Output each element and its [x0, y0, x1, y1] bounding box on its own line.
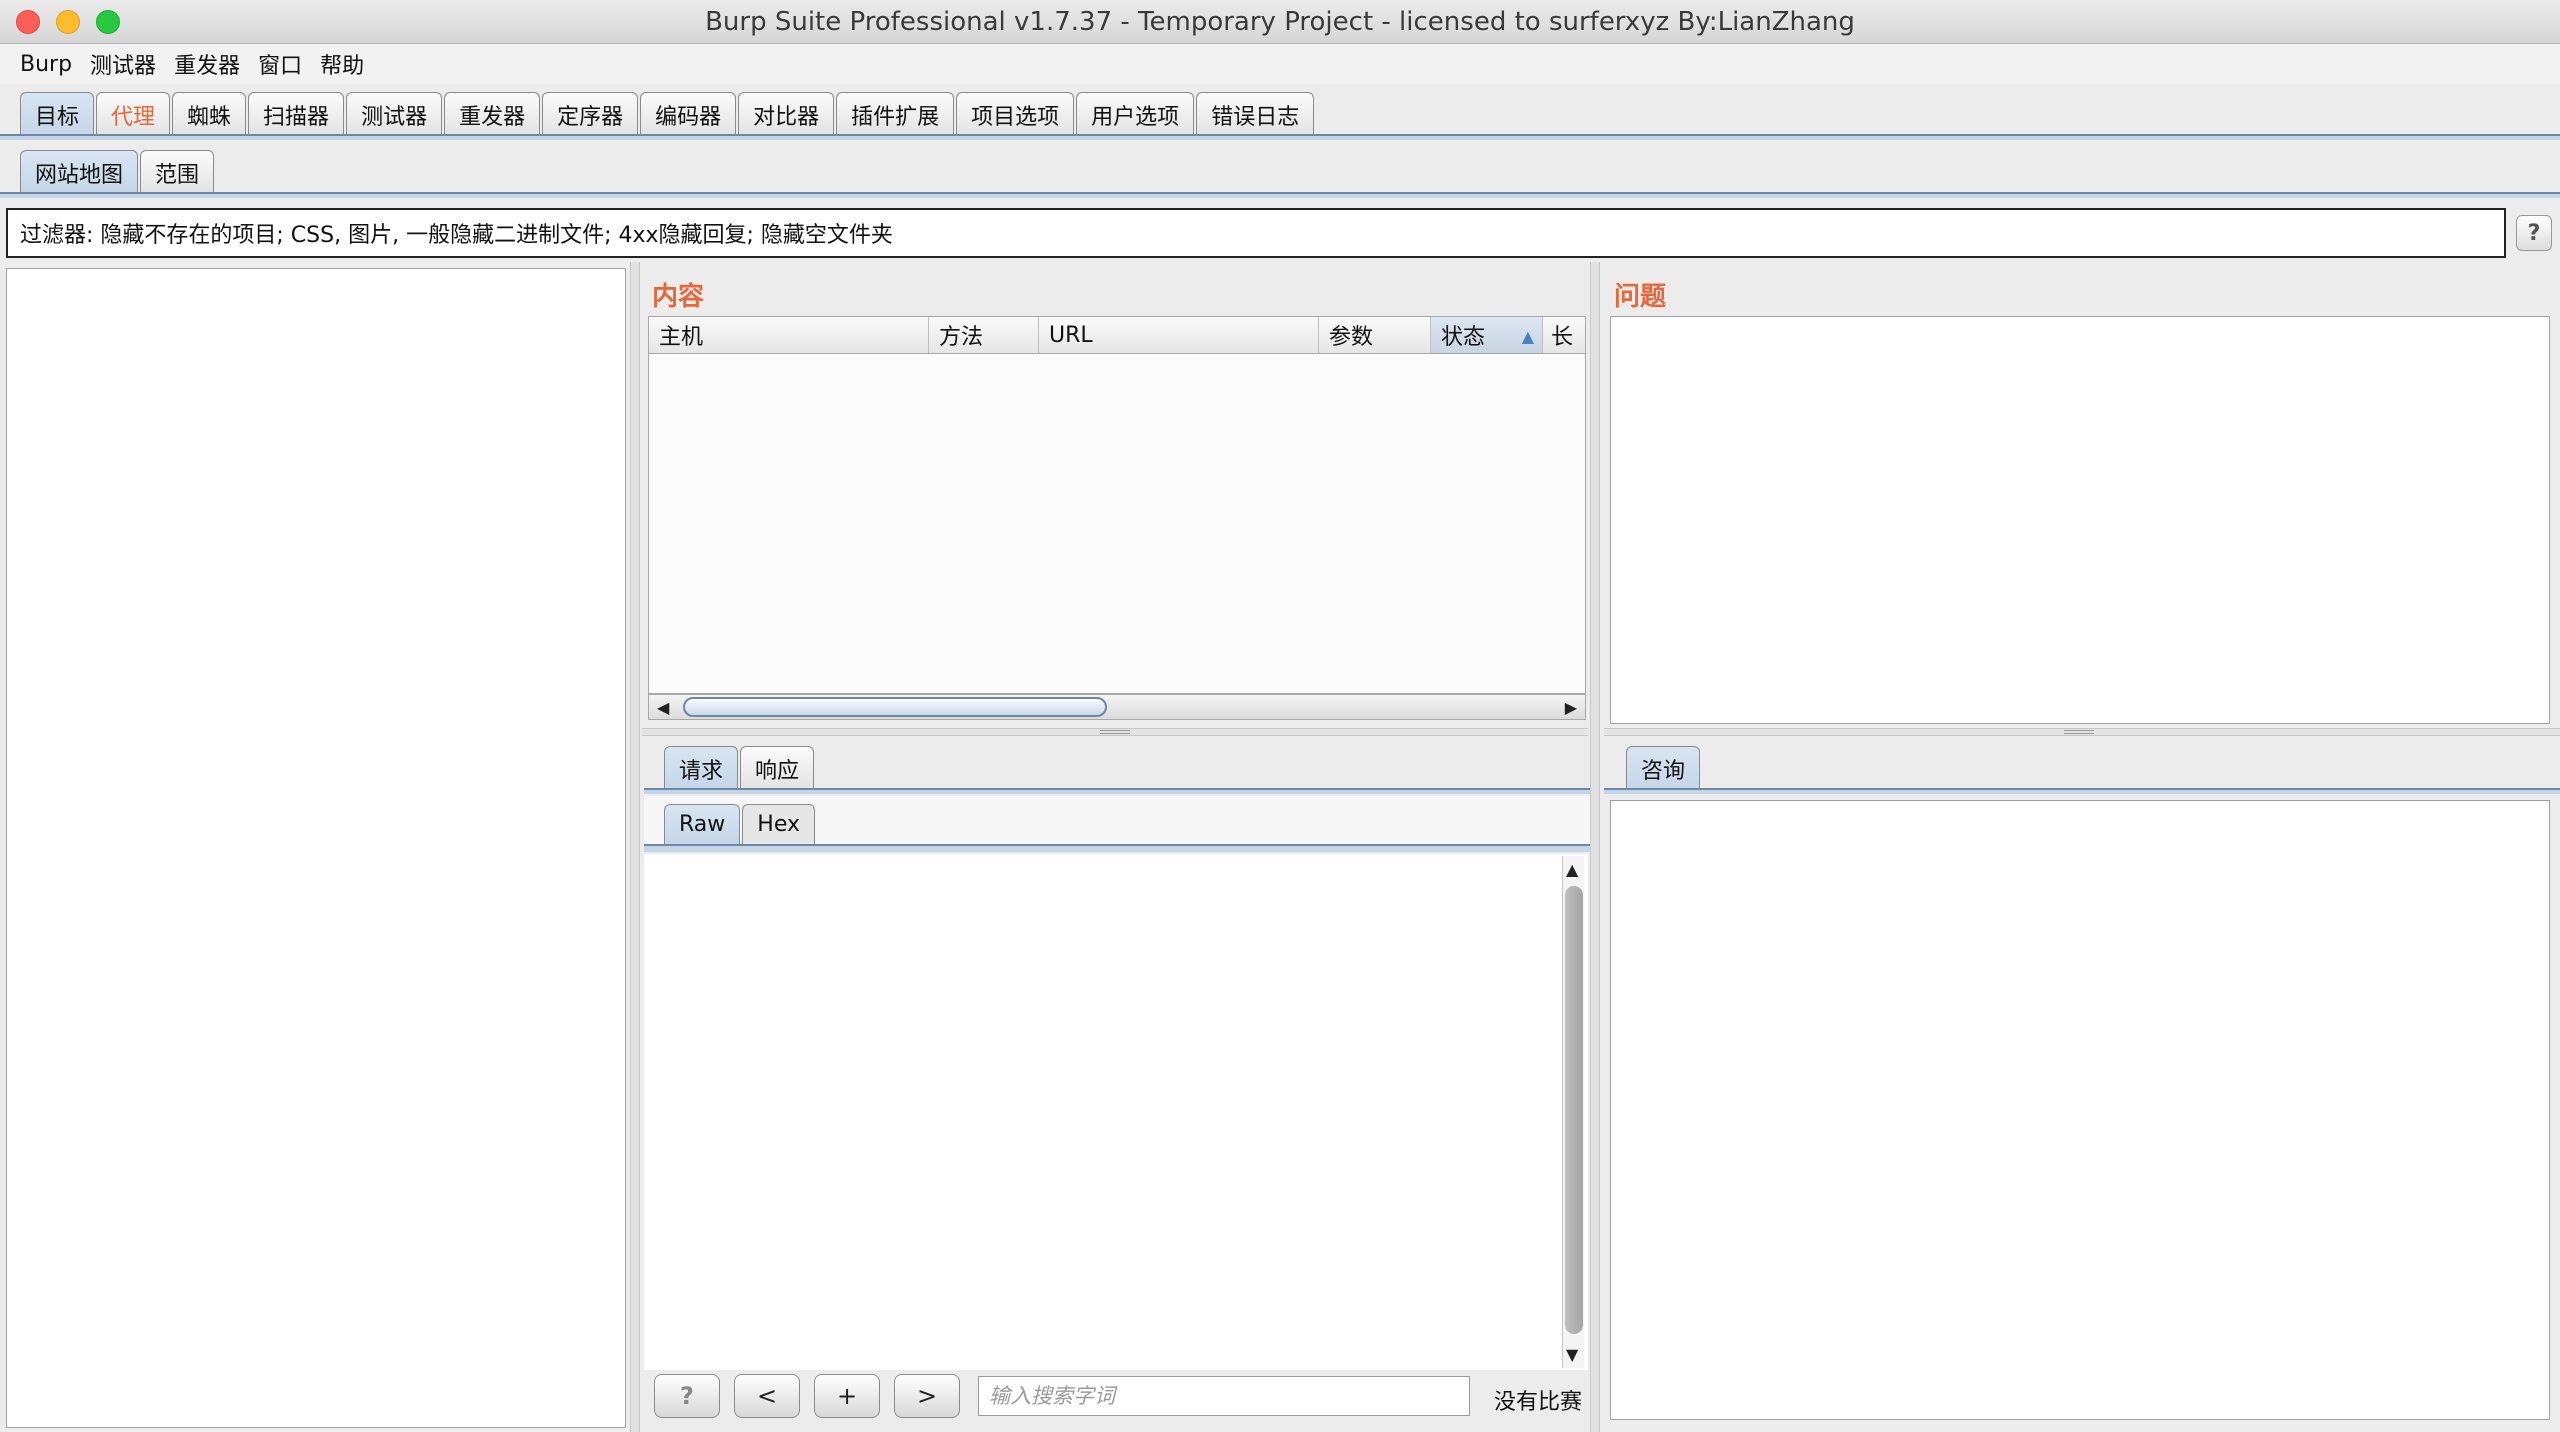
scroll-left-icon[interactable]: ◀ [657, 698, 669, 717]
tab-decoder[interactable]: 编码器 [640, 92, 737, 136]
previous-match-button[interactable]: < [734, 1374, 800, 1418]
advisory-tab-underline [1604, 788, 2560, 794]
contents-label: 内容 [652, 282, 705, 312]
tab-hex[interactable]: Hex [742, 804, 815, 844]
search-help-button[interactable]: ? [654, 1374, 720, 1418]
horizontal-scroll-thumb[interactable] [683, 697, 1107, 717]
advisory-panel[interactable] [1610, 800, 2550, 1420]
message-tab-underline [644, 788, 1590, 794]
editor-vertical-scrollbar[interactable]: ▲ ▼ [1562, 856, 1584, 1368]
splitter-grip-icon-right [2064, 730, 2094, 734]
column-length[interactable]: 长 [1543, 317, 1585, 353]
menu-bar: Burp 测试器 重发器 窗口 帮助 [0, 44, 2560, 84]
column-params[interactable]: 参数 [1319, 317, 1431, 353]
sub-tab-bar: 网站地图 范围 [20, 150, 216, 194]
message-editor[interactable] [644, 854, 1588, 1370]
right-horizontal-splitter[interactable] [1604, 728, 2560, 736]
tab-advisory[interactable]: 咨询 [1626, 746, 1701, 790]
issues-label: 问题 [1614, 282, 1667, 312]
search-input[interactable] [978, 1376, 1470, 1416]
contents-horizontal-scrollbar[interactable]: ◀ ▶ [648, 694, 1586, 720]
tab-repeater[interactable]: 重发器 [444, 92, 541, 136]
contents-table-body[interactable] [648, 354, 1586, 694]
tab-intruder[interactable]: 测试器 [346, 92, 443, 136]
message-tab-bar: 请求 响应 [664, 746, 816, 790]
menu-help[interactable]: 帮助 [320, 48, 364, 80]
filter-bar[interactable]: 过滤器: 隐藏不存在的项目; CSS, 图片, 一般隐藏二进制文件; 4xx隐藏… [6, 208, 2506, 258]
tab-response[interactable]: 响应 [740, 746, 815, 790]
tab-spider[interactable]: 蜘蛛 [172, 92, 247, 136]
menu-burp[interactable]: Burp [20, 52, 72, 77]
issues-panel[interactable] [1610, 316, 2550, 724]
scroll-right-icon[interactable]: ▶ [1565, 698, 1577, 717]
menu-repeater[interactable]: 重发器 [174, 48, 240, 80]
right-vertical-splitter[interactable] [1590, 262, 1600, 1432]
view-tab-underline [644, 844, 1590, 852]
tab-user-options[interactable]: 用户选项 [1076, 92, 1195, 136]
advisory-tab-bar: 咨询 [1626, 746, 1702, 790]
tab-proxy[interactable]: 代理 [96, 92, 171, 136]
match-status: 没有比赛 [1494, 1390, 1583, 1415]
tab-raw[interactable]: Raw [664, 804, 741, 844]
tab-extender[interactable]: 插件扩展 [836, 92, 955, 136]
menu-window[interactable]: 窗口 [258, 48, 302, 80]
contents-table-header: 主机 方法 URL 参数 状态 ▲ 长 [648, 316, 1586, 354]
column-status[interactable]: 状态 ▲ [1431, 317, 1543, 353]
tab-site-map[interactable]: 网站地图 [20, 150, 139, 194]
column-status-label: 状态 [1441, 325, 1486, 350]
title-bar: Burp Suite Professional v1.7.37 - Tempor… [0, 0, 2560, 44]
tab-scope[interactable]: 范围 [140, 150, 215, 194]
column-method[interactable]: 方法 [929, 317, 1039, 353]
add-match-button[interactable]: + [814, 1374, 880, 1418]
tab-error-log[interactable]: 错误日志 [1196, 92, 1315, 136]
tab-comparer[interactable]: 对比器 [738, 92, 835, 136]
scroll-down-icon[interactable]: ▼ [1566, 1345, 1578, 1364]
window-title: Burp Suite Professional v1.7.37 - Tempor… [705, 7, 1855, 37]
filter-help-button[interactable]: ? [2516, 215, 2552, 251]
column-host[interactable]: 主机 [649, 317, 929, 353]
main-tab-underline [0, 134, 2560, 140]
menu-intruder[interactable]: 测试器 [90, 48, 156, 80]
sort-ascending-icon: ▲ [1521, 327, 1534, 346]
tab-target[interactable]: 目标 [20, 92, 95, 136]
left-vertical-splitter[interactable] [630, 262, 640, 1432]
sub-tab-underline [0, 192, 2560, 198]
site-map-tree[interactable] [6, 268, 626, 1428]
tab-request[interactable]: 请求 [664, 746, 739, 790]
column-url[interactable]: URL [1039, 317, 1319, 353]
scroll-up-icon[interactable]: ▲ [1566, 860, 1578, 879]
vertical-scroll-thumb[interactable] [1565, 886, 1583, 1334]
next-match-button[interactable]: > [894, 1374, 960, 1418]
tab-project-options[interactable]: 项目选项 [956, 92, 1075, 136]
tab-scanner[interactable]: 扫描器 [248, 92, 345, 136]
view-tab-bar: Raw Hex [664, 804, 817, 844]
middle-horizontal-splitter[interactable] [642, 728, 1588, 736]
splitter-grip-icon [1100, 730, 1130, 734]
main-tab-bar: 目标 代理 蜘蛛 扫描器 测试器 重发器 定序器 编码器 对比器 插件扩展 项目… [20, 92, 1316, 136]
tab-sequencer[interactable]: 定序器 [542, 92, 639, 136]
